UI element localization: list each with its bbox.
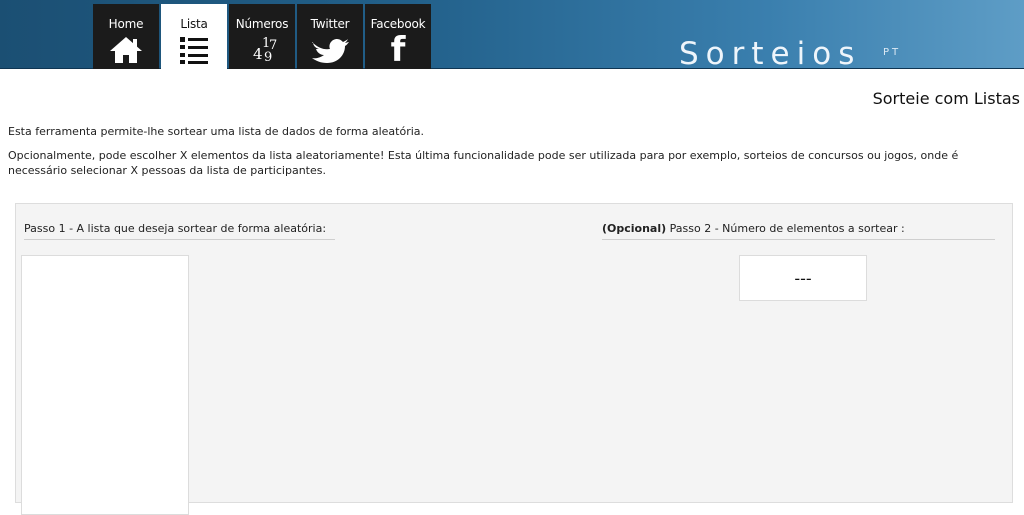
element-count-select[interactable]: --- — [739, 255, 867, 301]
draw-form-panel: Passo 1 - A lista que deseja sortear de … — [15, 203, 1013, 515]
nav-tab-home[interactable]: Home — [93, 4, 159, 69]
nav-tab-lista-label: Lista — [180, 17, 208, 31]
nav-tab-twitter-label: Twitter — [310, 17, 350, 31]
page-title: Sorteie com Listas — [872, 89, 1020, 108]
twitter-bird-icon — [297, 34, 363, 66]
nav-tab-lista[interactable]: Lista — [161, 4, 227, 70]
numbers-glyph-digit: 9 — [264, 50, 273, 65]
nav-tab-twitter[interactable]: Twitter — [297, 4, 363, 69]
main-nav: Home Lista Números 4 1 7 9 Twitter Faceb… — [93, 4, 431, 70]
intro-paragraph-2: Opcionalmente, pode escolher X elementos… — [8, 149, 959, 177]
site-logo-suffix: PT — [883, 47, 902, 58]
intro-paragraph-1: Esta ferramenta permite-lhe sortear uma … — [8, 125, 425, 138]
step1-label: Passo 1 - A lista que deseja sortear de … — [24, 222, 335, 240]
step2-optional-tag: (Opcional) — [602, 222, 667, 235]
nav-tab-home-label: Home — [108, 17, 144, 31]
nav-tab-numeros-label: Números — [235, 17, 289, 31]
nav-tab-numeros[interactable]: Números 4 1 7 9 — [229, 4, 295, 69]
intro-text: Esta ferramenta permite-lhe sortear uma … — [8, 124, 1018, 187]
nav-tab-facebook-label: Facebook — [370, 17, 426, 31]
site-header: Home Lista Números 4 1 7 9 Twitter Faceb… — [0, 0, 1024, 72]
step2-label: (Opcional) Passo 2 - Número de elementos… — [602, 222, 995, 240]
nav-tab-facebook[interactable]: Facebook f — [365, 4, 431, 69]
list-input[interactable] — [21, 255, 189, 515]
site-logo[interactable]: Sorteios — [679, 36, 861, 72]
facebook-f-icon: f — [365, 30, 431, 70]
list-icon — [161, 34, 227, 66]
facebook-f-glyph: f — [390, 30, 406, 70]
numbers-icon: 4 1 7 9 — [229, 34, 295, 66]
home-icon — [93, 34, 159, 66]
step2-label-text: Passo 2 - Número de elementos a sortear … — [666, 222, 905, 235]
